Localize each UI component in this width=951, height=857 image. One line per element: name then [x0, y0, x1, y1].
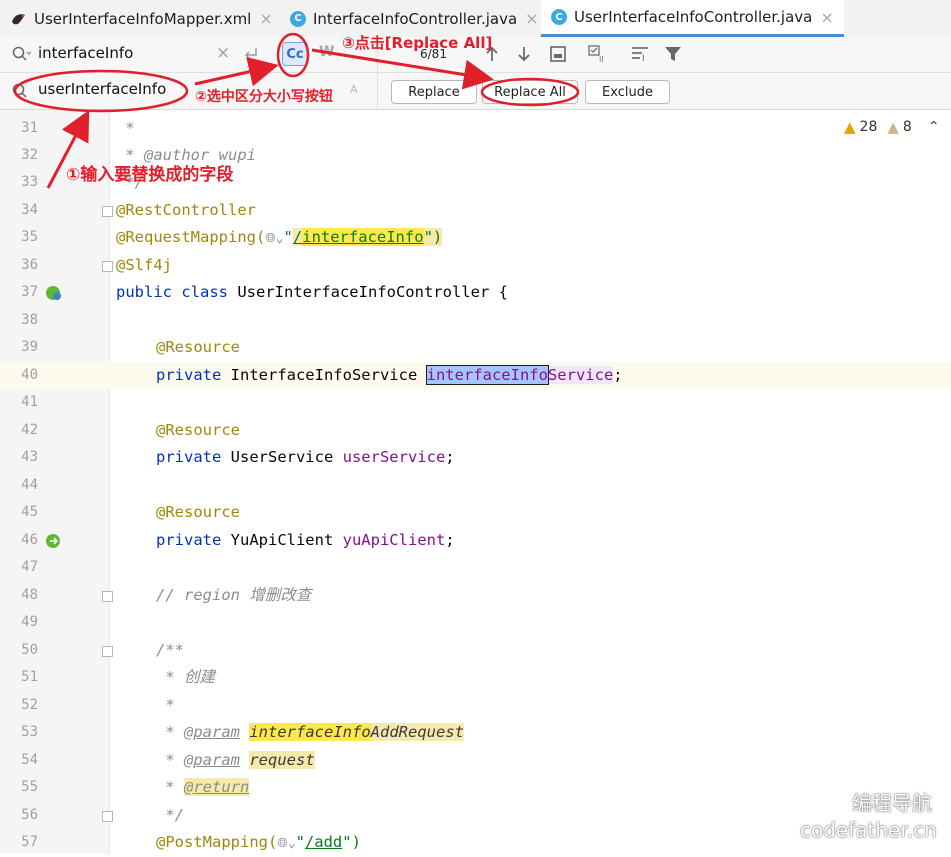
annotation-step3: ③点击[Replace All] [342, 34, 493, 52]
tutorial-annotation-overlay [13, 32, 580, 189]
highlight-ellipse-match-case [276, 32, 310, 78]
annotation-step1: ①输入要替换成的字段 [66, 165, 234, 185]
highlight-ellipse-replace-field [13, 69, 189, 113]
highlight-ellipse-replace-all [480, 77, 580, 107]
arrow-step2 [194, 57, 279, 87]
arrow-step3 [311, 48, 494, 90]
annotation-step2: ②选中区分大小写按钮 [195, 89, 333, 105]
